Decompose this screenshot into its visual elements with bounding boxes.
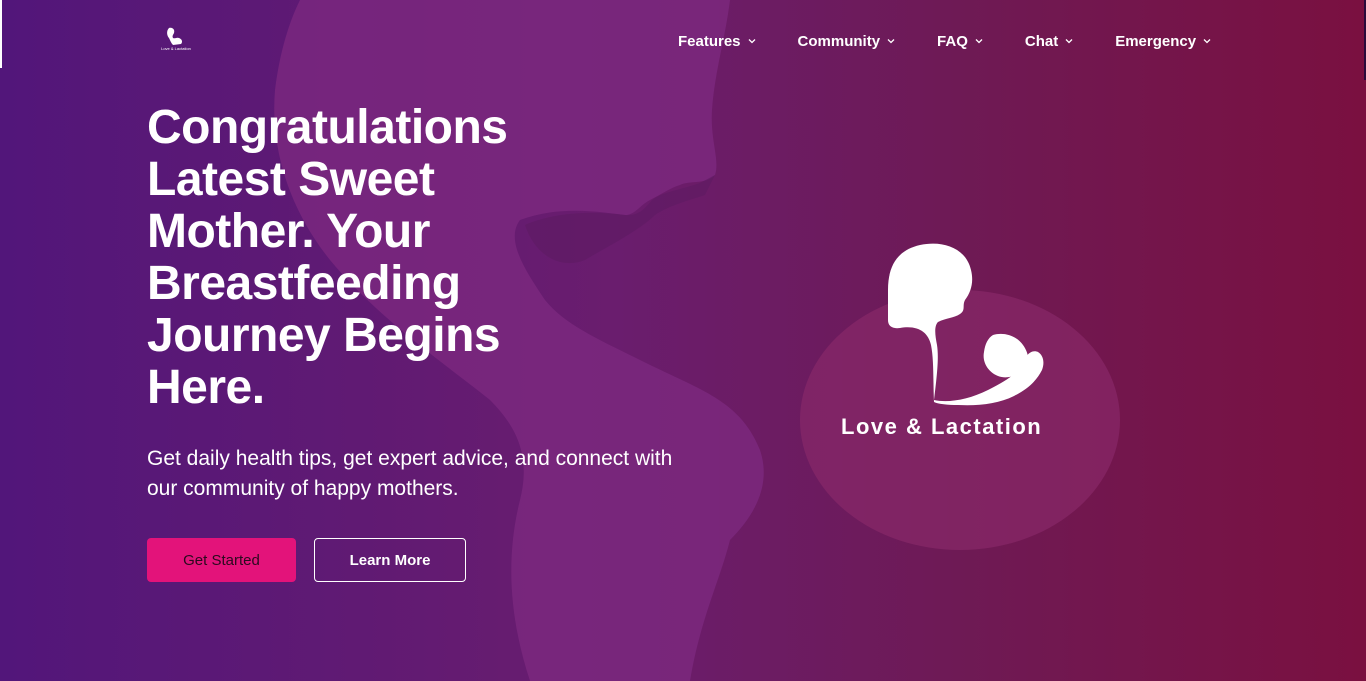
hero-section: Love & Lactation Features Community FAQ … xyxy=(0,0,1366,681)
nav-item-community[interactable]: Community xyxy=(798,30,897,52)
nav-item-label: Emergency xyxy=(1115,32,1197,50)
chevron-down-icon xyxy=(748,39,755,44)
brand-name: Love & Lactation xyxy=(161,46,191,51)
nav-item-faq[interactable]: FAQ xyxy=(937,30,984,52)
chevron-down-icon xyxy=(1203,39,1211,44)
chevron-down-icon xyxy=(975,39,983,44)
chevron-down-icon xyxy=(887,39,895,44)
chevron-down-icon xyxy=(1065,39,1073,44)
hero-subtext: Get daily health tips, get expert advice… xyxy=(147,447,673,500)
nav-item-label: Features xyxy=(678,32,741,50)
logo-text: Love & Lactation xyxy=(841,414,1043,439)
nav-item-label: Community xyxy=(797,32,881,50)
nav-item-chat[interactable]: Chat xyxy=(1025,30,1074,52)
left-edge-bar xyxy=(0,0,2,68)
get-started-button[interactable]: Get Started xyxy=(147,538,296,582)
nav-item-emergency[interactable]: Emergency xyxy=(1115,30,1212,52)
nav-item-label: Chat xyxy=(1024,32,1059,50)
nav-item-features[interactable]: Features xyxy=(678,30,757,52)
hero-headline: Congratulations Latest Sweet Mother. You… xyxy=(147,101,508,414)
brand-logo[interactable]: Love & Lactation xyxy=(160,26,192,54)
learn-more-button[interactable]: Learn More xyxy=(314,538,466,582)
mother-baby-logo-icon xyxy=(167,27,183,45)
main-nav: Features Community FAQ Chat Emergency xyxy=(678,30,1212,52)
nav-item-label: FAQ xyxy=(937,32,968,50)
